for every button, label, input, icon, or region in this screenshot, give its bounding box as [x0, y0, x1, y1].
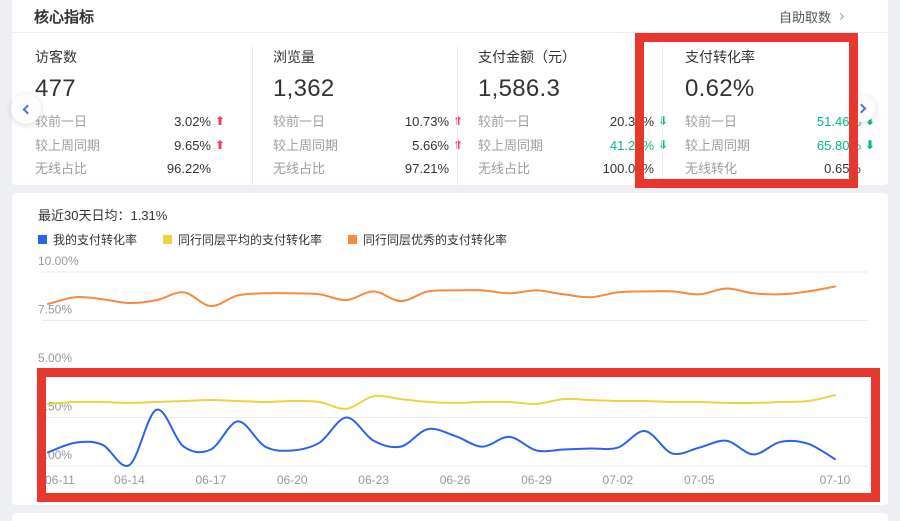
x-axis-tick-label: 06-26 [440, 473, 471, 487]
metric-row: 较上周同期 5.66% ⬆ [273, 134, 463, 158]
x-axis-tick-label: 06-17 [195, 473, 226, 487]
legend-label: 同行同层优秀的支付转化率 [363, 231, 507, 248]
row-label: 较上周同期 [478, 134, 610, 158]
metric-card-pageviews[interactable]: 浏览量 1,362 较前一日 10.73% ⬆ 较上周同期 5.66% ⬆ 无线… [252, 45, 457, 185]
y-axis-tick-label: 10.00% [38, 254, 79, 268]
metric-row: 较前一日 10.73% ⬆ [273, 110, 463, 134]
chart-legend: 我的支付转化率 同行同层平均的支付转化率 同行同层优秀的支付转化率 [38, 231, 507, 248]
legend-item-my-rate[interactable]: 我的支付转化率 [38, 231, 137, 248]
metric-title: 访客数 [35, 47, 252, 67]
metric-card-visitors[interactable]: 访客数 477 较前一日 3.02% ⬆ 较上周同期 9.65% ⬆ 无线占比 [35, 45, 252, 185]
row-value: 5.66% [412, 134, 449, 158]
chart-title: 最近30天日均：1.31% [38, 205, 167, 224]
legend-swatch-yellow [163, 235, 172, 244]
metric-value: 1,362 [273, 75, 457, 103]
y-axis-tick-label: 5.00% [38, 351, 72, 365]
x-axis-tick-label: 07-10 [820, 473, 851, 487]
row-value: 96.22% [167, 157, 211, 181]
row-value: 20.30% [610, 110, 654, 134]
metric-value: 1,586.3 [478, 75, 662, 103]
metric-row: 无线占比 100.00% [478, 157, 668, 181]
row-label: 无线占比 [273, 157, 405, 181]
conversion-line-chart: 0.00%2.50%5.00%7.50%10.00%06-1106-1406-1… [12, 250, 888, 500]
row-value: 9.65% [174, 134, 211, 158]
metric-title: 浏览量 [273, 47, 457, 67]
metric-card-payment-amount[interactable]: 支付金额（元） 1,586.3 较前一日 20.30% ⬇ 较上周同期 41.2… [457, 45, 662, 185]
conversion-trend-panel: 最近30天日均：1.31% 我的支付转化率 同行同层平均的支付转化率 同行同层优… [12, 193, 888, 505]
metric-rows: 较前一日 3.02% ⬆ 较上周同期 9.65% ⬆ 无线占比 96.22% [35, 110, 252, 181]
metric-row: 较上周同期 9.65% ⬆ [35, 134, 225, 158]
metric-row: 无线转化 0.65% [685, 157, 875, 181]
metric-value: 477 [35, 75, 252, 103]
metric-row: 较前一日 20.30% ⬇ [478, 110, 668, 134]
row-value: 10.73% [405, 110, 449, 134]
x-axis-tick-label: 06-11 [45, 473, 75, 487]
dashboard-page: 核心指标 自助取数 访客数 477 较前一日 3.02% ⬆ 较上周同期 [0, 0, 900, 521]
metric-title: 支付转化率 [685, 47, 888, 67]
row-label: 较上周同期 [35, 134, 174, 158]
page-title: 核心指标 [34, 6, 94, 27]
chevron-left-icon [23, 104, 33, 114]
row-value: 100.00% [603, 157, 654, 181]
legend-swatch-orange [348, 235, 357, 244]
metric-rows: 较前一日 20.30% ⬇ 较上周同期 41.21% ⬇ 无线占比 100.00… [478, 110, 662, 181]
x-axis-tick-label: 07-02 [603, 473, 634, 487]
self-service-data-label: 自助取数 [779, 7, 831, 26]
metric-row: 较上周同期 41.21% ⬇ [478, 134, 668, 158]
row-value: 0.65% [824, 157, 861, 181]
row-label: 无线占比 [35, 157, 167, 181]
row-label: 较前一日 [35, 110, 174, 134]
row-value: 65.80% [817, 134, 861, 158]
chevron-right-icon [856, 104, 866, 114]
y-axis-tick-label: 7.50% [38, 303, 72, 317]
trend-down-icon: ⬇ [861, 134, 875, 158]
trend-up-icon: ⬆ [211, 134, 225, 158]
row-label: 无线占比 [478, 157, 603, 181]
self-service-data-link[interactable]: 自助取数 [779, 7, 866, 26]
row-value: 41.21% [610, 134, 654, 158]
row-label: 较前一日 [478, 110, 610, 134]
line-series-1[interactable] [48, 395, 835, 409]
x-axis-tick-label: 06-29 [521, 473, 552, 487]
metric-title: 支付金额（元） [478, 47, 662, 67]
row-label: 无线转化 [685, 157, 824, 181]
core-metrics-header: 核心指标 自助取数 [12, 0, 888, 33]
row-label: 较前一日 [685, 110, 817, 134]
row-value: 3.02% [174, 110, 211, 134]
trend-up-icon: ⬆ [211, 110, 225, 134]
legend-swatch-blue [38, 235, 47, 244]
chevron-right-icon [837, 12, 844, 19]
line-series-2[interactable] [48, 287, 835, 307]
row-label: 较前一日 [273, 110, 405, 134]
legend-item-peer-excellent[interactable]: 同行同层优秀的支付转化率 [348, 231, 507, 248]
carousel-next-button[interactable] [849, 95, 876, 122]
metric-row: 无线占比 97.21% [273, 157, 463, 181]
metric-cards-row: 访客数 477 较前一日 3.02% ⬆ 较上周同期 9.65% ⬆ 无线占比 [12, 45, 888, 185]
next-section-panel [12, 513, 888, 521]
row-value: 97.21% [405, 157, 449, 181]
row-label: 较上周同期 [273, 134, 412, 158]
legend-label: 我的支付转化率 [53, 231, 137, 248]
row-label: 较上周同期 [685, 134, 817, 158]
metric-row: 较上周同期 65.80% ⬇ [685, 134, 875, 158]
x-axis-tick-label: 07-05 [684, 473, 715, 487]
core-metrics-panel: 核心指标 自助取数 访客数 477 较前一日 3.02% ⬆ 较上周同期 [12, 0, 888, 185]
x-axis-tick-label: 06-14 [114, 473, 145, 487]
x-axis-tick-label: 06-20 [277, 473, 308, 487]
metric-rows: 较前一日 10.73% ⬆ 较上周同期 5.66% ⬆ 无线占比 97.21% [273, 110, 457, 181]
legend-label: 同行同层平均的支付转化率 [178, 231, 322, 248]
carousel-prev-button[interactable] [11, 94, 41, 124]
metric-row: 无线占比 96.22% [35, 157, 225, 181]
metric-row: 较前一日 3.02% ⬆ [35, 110, 225, 134]
metric-row: 较前一日 51.46% ⬇ [685, 110, 875, 134]
legend-item-peer-average[interactable]: 同行同层平均的支付转化率 [163, 231, 322, 248]
x-axis-tick-label: 06-23 [358, 473, 389, 487]
